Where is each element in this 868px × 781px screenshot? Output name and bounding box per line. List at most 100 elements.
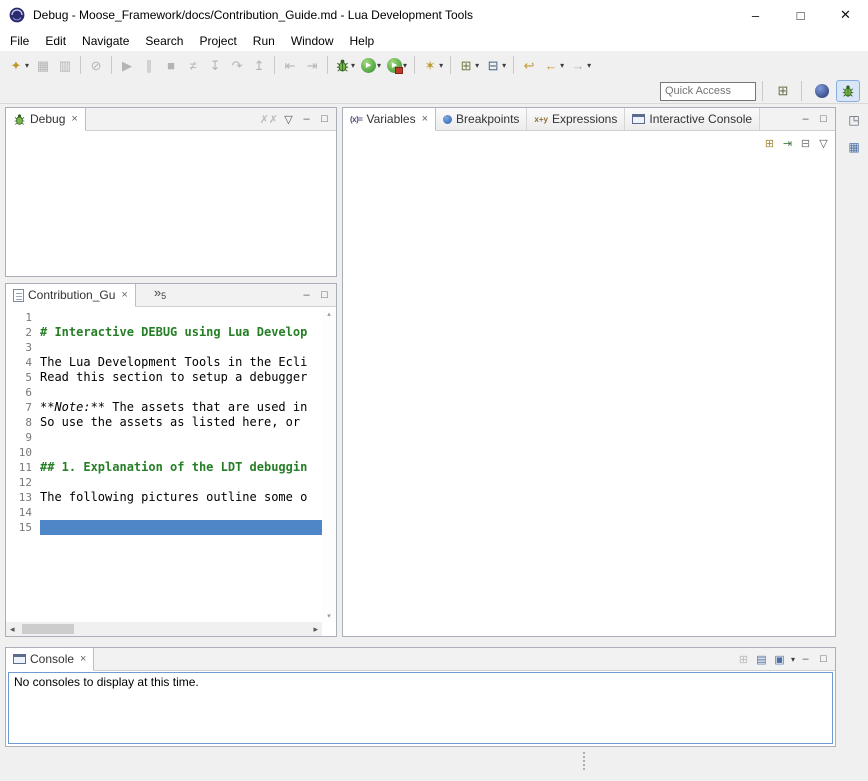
collapse-all-icon[interactable]: ⊟ <box>798 135 813 151</box>
editor-line-3[interactable]: 3 <box>6 340 322 355</box>
menu-search[interactable]: Search <box>137 32 191 50</box>
debug-dropdown-icon[interactable]: ▾ <box>351 61 355 70</box>
suspend-button[interactable]: ∥ <box>139 54 159 76</box>
step-into-button[interactable]: ↧ <box>205 54 225 76</box>
run-dropdown-icon[interactable]: ▾ <box>377 61 381 70</box>
view-menu-icon[interactable]: ▽ <box>816 135 831 151</box>
maximize-button[interactable]: □ <box>778 0 823 30</box>
restore-views-icon[interactable]: ◳ <box>845 111 863 129</box>
use-step-filters-button[interactable]: ⇥ <box>302 54 322 76</box>
editor-line-8[interactable]: 8So use the assets as listed here, or <box>6 415 322 430</box>
editor-line-10[interactable]: 10 <box>6 445 322 460</box>
new-wizard-dropdown-icon[interactable]: ▾ <box>25 61 29 70</box>
menu-help[interactable]: Help <box>342 32 383 50</box>
last-edit-location-button[interactable]: ↩ <box>519 54 539 76</box>
run-button[interactable]: ▶▾ <box>359 54 383 76</box>
display-console-icon[interactable]: ▤ <box>754 651 769 667</box>
open-wizard-button[interactable]: ✶▾ <box>420 54 445 76</box>
editor-line-7[interactable]: 7**Note:** The assets that are used in <box>6 400 322 415</box>
new-wizard-button[interactable]: ✦▾ <box>6 54 31 76</box>
vertical-scrollbar[interactable]: ▴ ▾ <box>322 308 336 622</box>
debug-perspective-button[interactable] <box>836 80 860 102</box>
show-logical-structure-icon[interactable]: ⊞ <box>762 135 777 151</box>
step-return-button[interactable]: ↥ <box>249 54 269 76</box>
menu-navigate[interactable]: Navigate <box>74 32 137 50</box>
tab-expressions[interactable]: x+y Expressions <box>527 108 625 130</box>
scroll-left-arrow-icon[interactable]: ◂ <box>10 624 15 635</box>
scroll-up-arrow-icon[interactable]: ▴ <box>322 310 336 318</box>
open-element-dropdown-icon[interactable]: ▾ <box>502 61 506 70</box>
menu-project[interactable]: Project <box>191 32 244 50</box>
close-tab-icon[interactable]: × <box>121 289 127 301</box>
editor-line-5[interactable]: 5Read this section to setup a debugger <box>6 370 322 385</box>
minimize-button[interactable]: – <box>733 0 778 30</box>
navigate-import-icon[interactable]: ⇥ <box>780 135 795 151</box>
editor-line-4[interactable]: 4The Lua Development Tools in the Ecli <box>6 355 322 370</box>
close-tab-icon[interactable]: × <box>71 113 77 125</box>
minimize-view-icon[interactable]: – <box>798 651 813 667</box>
editor-line-13[interactable]: 13The following pictures outline some o <box>6 490 322 505</box>
tab-debug-view[interactable]: Debug × <box>6 108 86 131</box>
scroll-down-arrow-icon[interactable]: ▾ <box>322 612 336 620</box>
disconnect-button[interactable]: ≠ <box>183 54 203 76</box>
new-lua-element-button[interactable]: ⊞▾ <box>456 54 481 76</box>
terminate-button[interactable]: ■ <box>161 54 181 76</box>
editor-line-11[interactable]: 11## 1. Explanation of the LDT debuggin <box>6 460 322 475</box>
external-tools-button[interactable]: ▶▾ <box>385 54 409 76</box>
minimize-view-icon[interactable]: – <box>299 287 314 303</box>
debug-button[interactable]: ▾ <box>333 54 357 76</box>
new-lua-element-dropdown-icon[interactable]: ▾ <box>475 61 479 70</box>
skip-all-breakpoints-button[interactable]: ⊘ <box>86 54 106 76</box>
save-all-button[interactable]: ▥ <box>55 54 75 76</box>
editor-line-2[interactable]: 2# Interactive DEBUG using Lua Develop <box>6 325 322 340</box>
menu-run[interactable]: Run <box>245 32 283 50</box>
open-wizard-dropdown-icon[interactable]: ▾ <box>439 61 443 70</box>
forward-button[interactable]: →▾ <box>568 54 593 76</box>
remove-all-terminated-icon[interactable]: ✗✗ <box>260 111 278 127</box>
editor-line-1[interactable]: 1 <box>6 310 322 325</box>
view-menu-icon[interactable]: ▽ <box>281 111 296 127</box>
step-over-button[interactable]: ↷ <box>227 54 247 76</box>
maximize-view-icon[interactable]: □ <box>317 111 332 127</box>
menu-window[interactable]: Window <box>283 32 342 50</box>
tab-breakpoints[interactable]: Breakpoints <box>436 108 527 130</box>
editor-line-12[interactable]: 12 <box>6 475 322 490</box>
editor-line-15[interactable]: 15 <box>6 520 322 535</box>
tab-console[interactable]: Console × <box>6 648 94 671</box>
external-tools-dropdown-icon[interactable]: ▾ <box>403 61 407 70</box>
maximize-view-icon[interactable]: □ <box>317 287 332 303</box>
maximize-view-icon[interactable]: □ <box>816 651 831 667</box>
back-dropdown-icon[interactable]: ▾ <box>560 61 564 70</box>
resume-button[interactable]: ▶ <box>117 54 137 76</box>
menu-file[interactable]: File <box>2 32 37 50</box>
sash-grip-handle[interactable] <box>581 752 587 770</box>
editor-line-9[interactable]: 9 <box>6 430 322 445</box>
open-perspective-button[interactable]: ⊞ <box>771 80 795 102</box>
tab-interactive-console[interactable]: Interactive Console <box>625 108 760 130</box>
editor-line-14[interactable]: 14 <box>6 505 322 520</box>
tab-contribution-guide[interactable]: Contribution_Gu × <box>6 284 136 307</box>
horizontal-scrollbar[interactable]: ◂ ▸ <box>6 622 322 636</box>
open-element-button[interactable]: ⊟▾ <box>483 54 508 76</box>
code-area[interactable]: 12# Interactive DEBUG using Lua Develop3… <box>6 310 322 535</box>
hidden-editors-chooser[interactable]: » 5 <box>154 284 166 306</box>
editor-line-6[interactable]: 6 <box>6 385 322 400</box>
maximize-view-icon[interactable]: □ <box>816 111 831 127</box>
new-console-view-icon-dropdown[interactable]: ▾ <box>791 655 795 664</box>
outline-view-icon[interactable]: ▦ <box>845 138 863 156</box>
quick-access-input[interactable] <box>660 82 756 101</box>
save-button[interactable]: ▦ <box>33 54 53 76</box>
scroll-right-arrow-icon[interactable]: ▸ <box>313 624 318 635</box>
tab-variables[interactable]: (x)= Variables × <box>343 108 436 131</box>
close-button[interactable]: ✕ <box>823 0 868 30</box>
close-tab-icon[interactable]: × <box>422 113 428 125</box>
editor-body[interactable]: 12# Interactive DEBUG using Lua Develop3… <box>6 308 336 636</box>
forward-dropdown-icon[interactable]: ▾ <box>587 61 591 70</box>
open-console-icon[interactable]: ⊞ <box>736 651 751 667</box>
back-button[interactable]: ←▾ <box>541 54 566 76</box>
new-console-view-icon[interactable]: ▣ <box>772 651 787 667</box>
drop-to-frame-button[interactable]: ⇤ <box>280 54 300 76</box>
minimize-view-icon[interactable]: – <box>798 111 813 127</box>
minimize-view-icon[interactable]: – <box>299 111 314 127</box>
scrollbar-thumb[interactable] <box>22 624 74 634</box>
